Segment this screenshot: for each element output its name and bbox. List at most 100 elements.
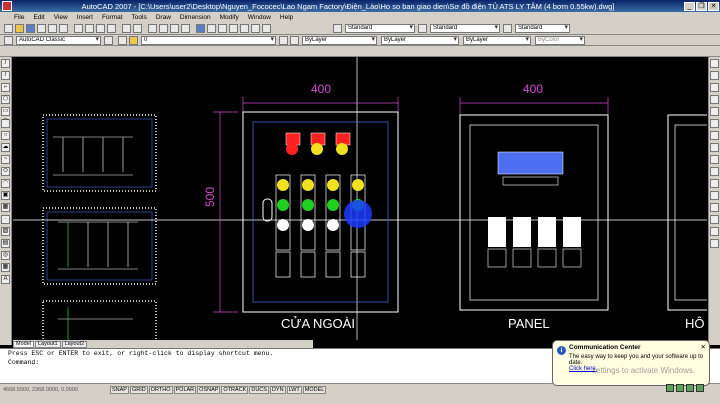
paste-icon[interactable] (96, 24, 105, 33)
arc-icon[interactable]: ⌒ (1, 119, 10, 128)
layer-state-icon[interactable] (129, 35, 138, 45)
ducs-toggle[interactable]: DUCS (249, 385, 269, 394)
calculator-icon[interactable] (251, 24, 260, 33)
dyn-toggle[interactable]: DYN (269, 385, 286, 394)
table-icon[interactable]: ▦ (1, 263, 10, 272)
save-icon[interactable] (26, 24, 35, 33)
ortho-toggle[interactable]: ORTHO (148, 385, 173, 394)
menu-window[interactable]: Window (248, 14, 271, 21)
array-icon[interactable] (710, 107, 719, 116)
menu-modify[interactable]: Modify (220, 14, 239, 21)
notification-close-button[interactable]: ✕ (701, 343, 706, 351)
revcloud-icon[interactable]: ☁ (1, 143, 10, 152)
hatch-icon[interactable]: ▨ (1, 227, 10, 236)
preview-icon[interactable] (48, 24, 57, 33)
circle-icon[interactable]: ○ (1, 131, 10, 140)
match-properties-icon[interactable] (107, 24, 116, 33)
scale-icon[interactable] (710, 143, 719, 152)
otrack-toggle[interactable]: OTRACK (221, 385, 249, 394)
tray-toolbar-lock-icon[interactable] (686, 384, 694, 392)
restore-button[interactable]: ❐ (696, 1, 707, 11)
menu-tools[interactable]: Tools (132, 14, 147, 21)
rotate-icon[interactable] (710, 131, 719, 140)
menu-edit[interactable]: Edit (33, 14, 44, 21)
offset-icon[interactable] (710, 95, 719, 104)
menu-insert[interactable]: Insert (77, 14, 93, 21)
tool-palettes-icon[interactable] (218, 24, 227, 33)
tray-lock-icon[interactable] (666, 384, 674, 392)
design-center-icon[interactable] (207, 24, 216, 33)
markup-icon[interactable] (240, 24, 249, 33)
ellipse-arc-icon[interactable]: ◠ (1, 179, 10, 188)
menu-view[interactable]: View (54, 14, 68, 21)
copy-object-icon[interactable] (710, 71, 719, 80)
help-icon[interactable] (262, 24, 271, 33)
mtext-icon[interactable]: A (1, 275, 10, 284)
tab-layout1[interactable]: Layout1 (34, 340, 61, 348)
line-icon[interactable]: / (1, 59, 10, 68)
copy-icon[interactable] (85, 24, 94, 33)
cut-icon[interactable] (74, 24, 83, 33)
communication-center-notification[interactable]: i ✕ Communication Center The easy way to… (552, 340, 710, 386)
menu-help[interactable]: Help (280, 14, 293, 21)
layer-previous-icon[interactable] (290, 35, 299, 45)
properties-icon[interactable] (196, 24, 205, 33)
redo-icon[interactable] (133, 24, 142, 33)
region-icon[interactable]: ◎ (1, 251, 10, 260)
model-toggle[interactable]: MODEL (302, 385, 327, 394)
join-icon[interactable] (710, 203, 719, 212)
tab-model[interactable]: Model (13, 340, 34, 348)
sheet-set-icon[interactable] (229, 24, 238, 33)
chamfer-icon[interactable] (710, 215, 719, 224)
undo-icon[interactable] (122, 24, 131, 33)
make-current-icon[interactable] (279, 35, 288, 45)
table-style-select[interactable]: Standard (515, 24, 570, 33)
linetype-select[interactable]: ByLayer (381, 35, 459, 45)
layer-manager-icon[interactable] (118, 35, 127, 45)
polyline-icon[interactable]: ⌐ (1, 83, 10, 92)
move-icon[interactable] (710, 119, 719, 128)
publish-icon[interactable] (59, 24, 68, 33)
minimize-button[interactable]: _ (684, 1, 695, 11)
open-icon[interactable] (15, 24, 24, 33)
make-block-icon[interactable]: ▦ (1, 203, 10, 212)
new-icon[interactable] (4, 24, 13, 33)
explode-icon[interactable] (710, 239, 719, 248)
grid-toggle[interactable]: GRID (129, 385, 148, 394)
zoom-window-icon[interactable] (170, 24, 179, 33)
polygon-icon[interactable]: ⬠ (1, 95, 10, 104)
tab-layout2[interactable]: Layout2 (61, 340, 88, 348)
text-style-select[interactable]: Standard (345, 24, 415, 33)
gradient-icon[interactable]: ▤ (1, 239, 10, 248)
menu-format[interactable]: Format (102, 14, 123, 21)
workspace-select[interactable]: AutoCAD Classic (16, 35, 101, 45)
tray-comm-center-icon[interactable] (676, 384, 684, 392)
menu-file[interactable]: File (14, 14, 24, 21)
polar-toggle[interactable]: POLAR (173, 385, 197, 394)
workspace-settings-icon[interactable] (104, 35, 113, 45)
rectangle-icon[interactable]: ▭ (1, 107, 10, 116)
menu-dimension[interactable]: Dimension (180, 14, 211, 21)
snap-toggle[interactable]: SNAP (110, 385, 129, 394)
tray-clean-screen-icon[interactable] (696, 384, 704, 392)
pan-icon[interactable] (148, 24, 157, 33)
color-select[interactable]: ByLayer (302, 35, 377, 45)
zoom-previous-icon[interactable] (181, 24, 190, 33)
break-icon[interactable] (710, 191, 719, 200)
erase-icon[interactable] (710, 59, 719, 68)
fillet-icon[interactable] (710, 227, 719, 236)
plotstyle-select[interactable]: ByColor (535, 35, 585, 45)
drawing-canvas[interactable]: 400 400 500 CỬA NGOÀI PANEL HÔ (13, 57, 707, 340)
autocad-app-icon[interactable] (2, 1, 12, 11)
menu-draw[interactable]: Draw (156, 14, 171, 21)
ellipse-icon[interactable]: ⬭ (1, 167, 10, 176)
mirror-icon[interactable] (710, 83, 719, 92)
layer-select[interactable]: 0 (141, 35, 276, 45)
dim-style-select[interactable]: Standard (430, 24, 500, 33)
zoom-realtime-icon[interactable] (159, 24, 168, 33)
print-icon[interactable] (37, 24, 46, 33)
point-icon[interactable]: · (1, 215, 10, 224)
spline-icon[interactable]: ~ (1, 155, 10, 164)
construction-line-icon[interactable]: / (1, 71, 10, 80)
lineweight-select[interactable]: ByLayer (463, 35, 531, 45)
